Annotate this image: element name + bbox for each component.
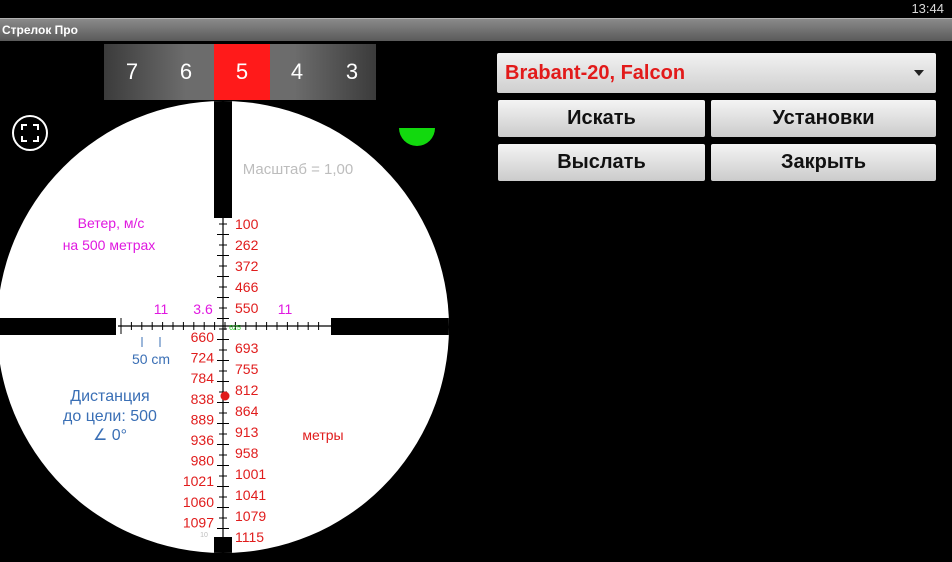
range-label: 1097	[183, 514, 214, 530]
title-bar: Стрелок Про	[0, 18, 952, 41]
status-clock: 13:44	[911, 1, 944, 16]
wind-label: Ветер, м/с	[78, 215, 145, 231]
search-button-label: Искать	[567, 107, 636, 129]
range-label: 936	[191, 432, 215, 448]
angle-label: ∠ 0°	[93, 427, 127, 444]
fullscreen-button[interactable]	[12, 115, 48, 151]
target-dot	[220, 391, 230, 401]
wind-right-value: 11	[278, 301, 293, 317]
range-label: 1060	[183, 494, 214, 510]
range-label: 1001	[235, 466, 266, 482]
profile-select-value: Brabant-20, Falcon	[505, 62, 686, 84]
send-button-label: Выслать	[557, 151, 646, 173]
range-label: 755	[235, 361, 259, 377]
wind-center-value: 3.6	[193, 301, 213, 317]
range-label: 372	[235, 258, 259, 274]
top-post	[214, 101, 232, 218]
left-post	[0, 318, 116, 335]
distance-label: Дистанция	[70, 388, 149, 405]
range-label: 1079	[235, 508, 266, 524]
range-label: 660	[191, 329, 215, 345]
wind-distance-label: на 500 метрах	[63, 237, 156, 253]
app-title: Стрелок Про	[2, 23, 78, 37]
range-label: 1115	[235, 529, 264, 545]
close-button[interactable]: Закрыть	[711, 144, 936, 181]
range-label: 812	[235, 382, 259, 398]
range-label: 980	[191, 453, 215, 469]
settings-button-label: Установки	[772, 107, 875, 129]
scope-reticle-view[interactable]: Масштаб = 1,00 Ветер, м/с на 500 метрах …	[0, 40, 460, 562]
range-label: 100	[235, 216, 259, 232]
center-mark-label: 625	[229, 325, 241, 332]
close-button-label: Закрыть	[780, 151, 867, 173]
profile-select[interactable]: Brabant-20, Falcon	[497, 53, 936, 93]
settings-button[interactable]: Установки	[711, 100, 936, 137]
range-label: 889	[191, 411, 215, 427]
send-button[interactable]: Выслать	[498, 144, 705, 181]
chevron-down-icon	[914, 70, 924, 76]
range-label: 693	[235, 340, 259, 356]
range-label: 262	[235, 237, 259, 253]
right-post	[331, 318, 449, 335]
range-label: 864	[235, 403, 259, 419]
range-label: 958	[235, 445, 259, 461]
wind-left-value: 11	[154, 301, 169, 317]
bottom-mark: 10	[200, 532, 208, 539]
range-label: 466	[235, 279, 259, 295]
range-label: 550	[235, 300, 259, 316]
range-label: 724	[191, 350, 215, 366]
target-distance: до цели: 500	[63, 408, 157, 425]
range-label: 1021	[183, 473, 214, 489]
bottom-post	[214, 537, 232, 553]
range-label: 913	[235, 424, 259, 440]
units-label: метры	[302, 427, 343, 443]
scale-label: Масштаб = 1,00	[243, 161, 353, 178]
fullscreen-icon	[21, 124, 39, 142]
range-label: 838	[191, 391, 215, 407]
range-label: 1041	[235, 487, 266, 503]
scale-bar-label: 50 cm	[132, 351, 170, 367]
status-bar: 13:44	[0, 0, 952, 18]
search-button[interactable]: Искать	[498, 100, 705, 137]
range-label: 784	[191, 370, 215, 386]
